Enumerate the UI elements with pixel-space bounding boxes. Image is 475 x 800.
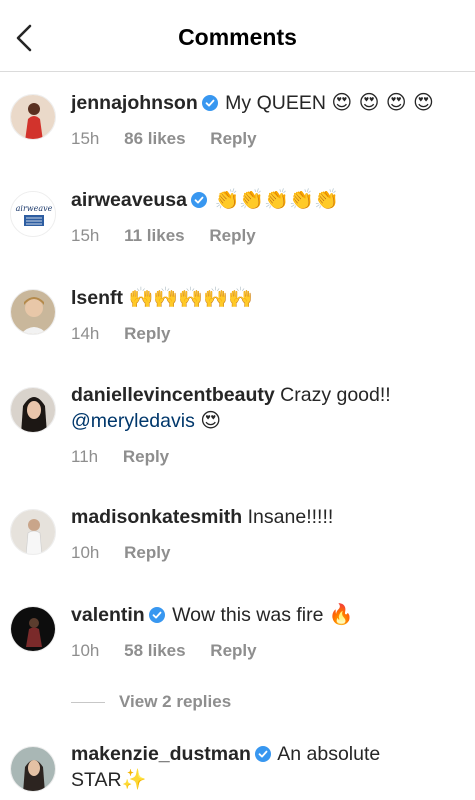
comment-text: My QUEEN xyxy=(225,92,326,114)
comment-text: Wow this was fire xyxy=(172,604,324,626)
likes-count[interactable]: 58 likes xyxy=(124,641,185,660)
reply-button[interactable]: Reply xyxy=(210,129,256,148)
comment-timestamp: 14h xyxy=(71,324,100,343)
reply-button[interactable]: Reply xyxy=(124,324,170,343)
emoji-raising-hands: 🙌🙌🙌🙌🙌 xyxy=(128,285,253,309)
avatar[interactable] xyxy=(10,387,56,433)
emoji-sparkles: ✨ xyxy=(121,767,147,791)
reply-button[interactable]: Reply xyxy=(210,641,256,660)
comment-text: An absolute xyxy=(277,743,381,765)
comment-text: Crazy good!! xyxy=(280,384,391,406)
comment-username[interactable]: jennajohnson xyxy=(71,92,198,114)
avatar[interactable]: airweave xyxy=(10,191,56,237)
comment-username[interactable]: valentin xyxy=(71,604,145,626)
comment-timestamp: 15h xyxy=(71,129,100,148)
avatar[interactable] xyxy=(10,94,56,140)
comment-timestamp: 11h xyxy=(71,447,99,466)
emoji-heart-eyes: 😍 😍 😍 😍 xyxy=(331,90,434,114)
comment-username[interactable]: makenzie_dustman xyxy=(71,743,251,765)
view-replies-label: View 2 replies xyxy=(119,692,232,711)
emoji-clapping-hands: 👏👏👏👏👏 xyxy=(214,187,339,211)
comment-timestamp: 10h xyxy=(71,641,100,660)
mention-link[interactable]: @meryledavis xyxy=(71,410,195,432)
emoji-fire: 🔥 xyxy=(328,602,354,626)
reply-button[interactable]: Reply xyxy=(209,226,255,245)
comment-text: Insane!!!!! xyxy=(247,506,334,528)
header-bar: Comments xyxy=(0,0,475,72)
reply-button[interactable]: Reply xyxy=(123,447,169,466)
avatar[interactable] xyxy=(10,289,56,335)
verified-badge-icon xyxy=(191,192,208,208)
avatar-logo-text: airweave xyxy=(16,204,53,213)
comment-username[interactable]: airweaveusa xyxy=(71,189,187,211)
likes-count[interactable]: 86 likes xyxy=(124,129,185,148)
avatar[interactable] xyxy=(10,509,56,555)
comment-timestamp: 15h xyxy=(71,226,100,245)
verified-badge-icon xyxy=(201,95,218,111)
likes-count[interactable]: 11 likes xyxy=(124,226,185,245)
comment-text-continued: STAR xyxy=(71,769,122,791)
comment-username[interactable]: madisonkatesmith xyxy=(71,506,242,528)
comment-timestamp: 10h xyxy=(71,543,100,562)
comment-username[interactable]: lsenft xyxy=(71,287,123,309)
avatar[interactable] xyxy=(10,746,56,792)
verified-badge-icon xyxy=(254,746,271,762)
page-title: Comments xyxy=(178,24,297,50)
divider xyxy=(71,701,105,703)
emoji-heart-eyes: 😍 xyxy=(200,408,222,432)
avatar[interactable] xyxy=(10,606,56,652)
comment-username[interactable]: daniellevincentbeauty xyxy=(71,384,275,406)
view-replies-button[interactable]: View 2 replies xyxy=(71,690,231,714)
verified-badge-icon xyxy=(148,607,165,623)
reply-button[interactable]: Reply xyxy=(124,543,170,562)
